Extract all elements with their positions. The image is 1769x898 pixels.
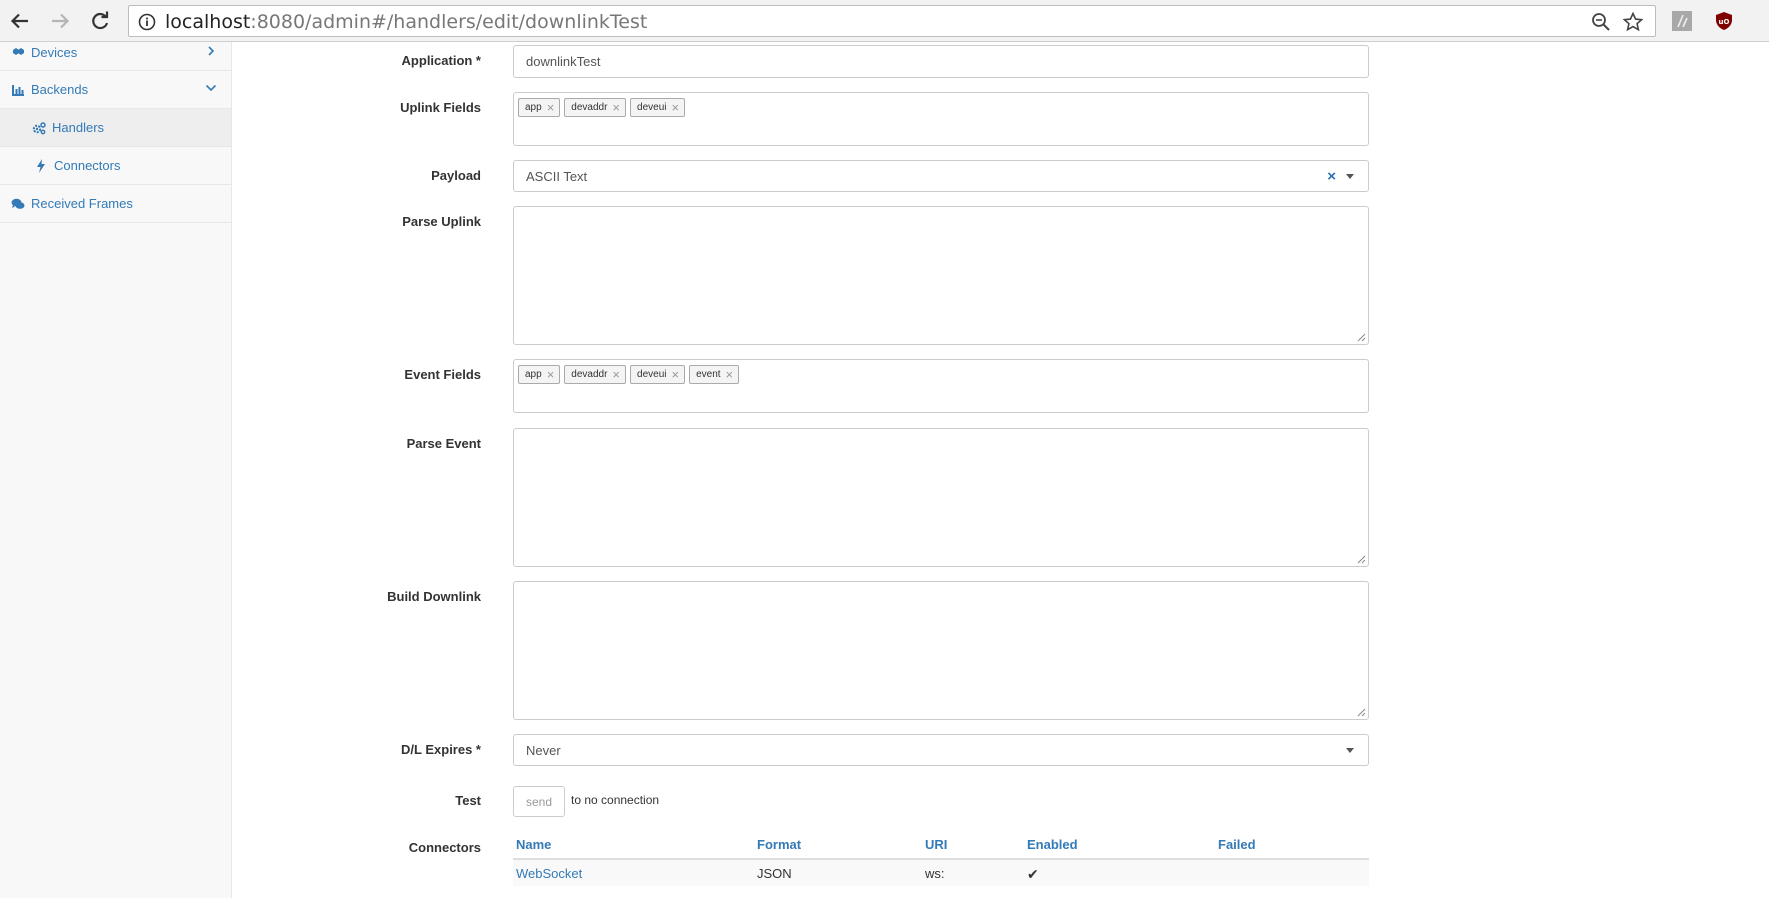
tag-label: deveui bbox=[637, 102, 667, 113]
column-header-failed[interactable]: Failed bbox=[1218, 837, 1256, 852]
column-header-format[interactable]: Format bbox=[757, 837, 801, 852]
sidebar: Devices Backends Handlers Connectors Rec… bbox=[0, 42, 232, 898]
sidebar-item-label: Devices bbox=[31, 44, 78, 60]
resize-handle-icon[interactable] bbox=[1356, 332, 1366, 342]
sidebar-item-label: Handlers bbox=[52, 120, 105, 135]
remove-tag-icon[interactable]: × bbox=[612, 368, 620, 381]
event-tag: app × bbox=[518, 365, 561, 384]
sidebar-item-backends[interactable]: Backends bbox=[0, 71, 231, 109]
ublock-shield-icon[interactable]: uO bbox=[1714, 11, 1734, 31]
tag-label: app bbox=[525, 102, 542, 113]
info-icon[interactable] bbox=[138, 13, 156, 31]
column-header-uri[interactable]: URI bbox=[925, 837, 947, 852]
cubes-icon bbox=[13, 48, 24, 55]
connector-format: JSON bbox=[757, 866, 792, 881]
application-label: Application * bbox=[401, 53, 481, 68]
clear-icon[interactable]: × bbox=[1327, 168, 1336, 185]
event-tag: devaddr × bbox=[564, 365, 627, 384]
bar-chart-icon bbox=[12, 84, 24, 96]
column-header-name[interactable]: Name bbox=[516, 837, 551, 852]
comments-icon bbox=[11, 198, 25, 209]
application-value: downlinkTest bbox=[526, 54, 601, 69]
connectors-label: Connectors bbox=[408, 840, 481, 855]
send-status-text: to no connection bbox=[571, 793, 660, 807]
dl-expires-select[interactable]: Never bbox=[513, 734, 1369, 766]
remove-tag-icon[interactable]: × bbox=[612, 101, 620, 114]
tag-label: deveui bbox=[637, 369, 667, 380]
svg-text:uO: uO bbox=[1719, 18, 1730, 26]
uplink-tag: app × bbox=[518, 98, 561, 117]
sidebar-item-devices[interactable]: Devices bbox=[0, 34, 231, 71]
url-path: :8080/admin#/handlers/edit/downlinkTest bbox=[250, 11, 648, 33]
caret-down-icon bbox=[1346, 174, 1354, 179]
payload-select[interactable]: ASCII Text × bbox=[513, 160, 1369, 192]
sidebar-item-label: Connectors bbox=[54, 158, 121, 173]
payload-value: ASCII Text bbox=[526, 169, 588, 184]
forward-button[interactable] bbox=[45, 6, 75, 36]
event-tag: event × bbox=[689, 365, 740, 384]
column-header-enabled[interactable]: Enabled bbox=[1027, 837, 1078, 852]
dl-expires-label: D/L Expires * bbox=[401, 742, 481, 757]
resize-handle-icon[interactable] bbox=[1356, 707, 1366, 717]
connector-enabled-check: ✔ bbox=[1027, 866, 1039, 882]
send-button[interactable]: send bbox=[513, 786, 565, 817]
build-downlink-label: Build Downlink bbox=[387, 589, 481, 604]
event-tag: deveui × bbox=[630, 365, 686, 384]
url-host: localhost bbox=[165, 11, 251, 33]
application-input[interactable]: downlinkTest bbox=[513, 45, 1369, 78]
back-button[interactable] bbox=[5, 6, 35, 36]
parse-event-label: Parse Event bbox=[406, 436, 481, 451]
connector-name-link[interactable]: WebSocket bbox=[516, 866, 582, 881]
remove-tag-icon[interactable]: × bbox=[671, 101, 679, 114]
remove-tag-icon[interactable]: × bbox=[547, 368, 555, 381]
uplink-tag: deveui × bbox=[630, 98, 686, 117]
chevron-down-icon bbox=[205, 84, 217, 92]
build-downlink-textarea[interactable] bbox=[513, 581, 1369, 720]
connector-uri: ws: bbox=[925, 866, 945, 881]
bolt-icon bbox=[37, 158, 45, 173]
resize-handle-icon[interactable] bbox=[1356, 554, 1366, 564]
event-fields-input[interactable]: app × devaddr × deveui × event × bbox=[513, 359, 1369, 413]
event-fields-label: Event Fields bbox=[404, 367, 481, 382]
chevron-right-icon bbox=[208, 46, 215, 56]
sidebar-item-connectors[interactable]: Connectors bbox=[0, 147, 231, 185]
zoom-icon[interactable] bbox=[1591, 12, 1611, 32]
tag-label: devaddr bbox=[571, 102, 608, 113]
sidebar-item-label: Received Frames bbox=[31, 196, 133, 211]
arrow-right-icon bbox=[52, 13, 70, 29]
remove-tag-icon[interactable]: × bbox=[547, 101, 555, 114]
tag-label: devaddr bbox=[571, 369, 608, 380]
star-icon[interactable] bbox=[1623, 12, 1643, 32]
uplink-fields-input[interactable]: app × devaddr × deveui × bbox=[513, 92, 1369, 146]
dl-expires-value: Never bbox=[526, 743, 561, 758]
browser-toolbar: localhost:8080/admin#/handlers/edit/down… bbox=[0, 0, 1769, 42]
cogs-icon bbox=[32, 121, 46, 134]
uplink-tag: devaddr × bbox=[564, 98, 627, 117]
arrow-left-icon bbox=[10, 13, 28, 29]
test-label: Test bbox=[455, 793, 481, 808]
remove-tag-icon[interactable]: × bbox=[671, 368, 679, 381]
payload-label: Payload bbox=[431, 168, 481, 183]
reload-icon bbox=[92, 11, 109, 30]
address-bar[interactable]: localhost:8080/admin#/handlers/edit/down… bbox=[128, 5, 1656, 37]
tag-label: app bbox=[525, 369, 542, 380]
extension-icon[interactable] bbox=[1672, 11, 1692, 31]
remove-tag-icon[interactable]: × bbox=[726, 368, 734, 381]
sidebar-item-received-frames[interactable]: Received Frames bbox=[0, 185, 231, 223]
parse-uplink-label: Parse Uplink bbox=[402, 214, 481, 229]
parse-uplink-textarea[interactable] bbox=[513, 206, 1369, 345]
sidebar-item-handlers[interactable]: Handlers bbox=[0, 109, 231, 147]
tag-label: event bbox=[696, 369, 721, 380]
url-text: localhost:8080/admin#/handlers/edit/down… bbox=[165, 11, 647, 33]
caret-down-icon bbox=[1346, 748, 1354, 753]
sidebar-item-label: Backends bbox=[31, 82, 89, 97]
uplink-fields-label: Uplink Fields bbox=[400, 100, 481, 115]
parse-event-textarea[interactable] bbox=[513, 428, 1369, 567]
reload-button[interactable] bbox=[85, 6, 115, 36]
